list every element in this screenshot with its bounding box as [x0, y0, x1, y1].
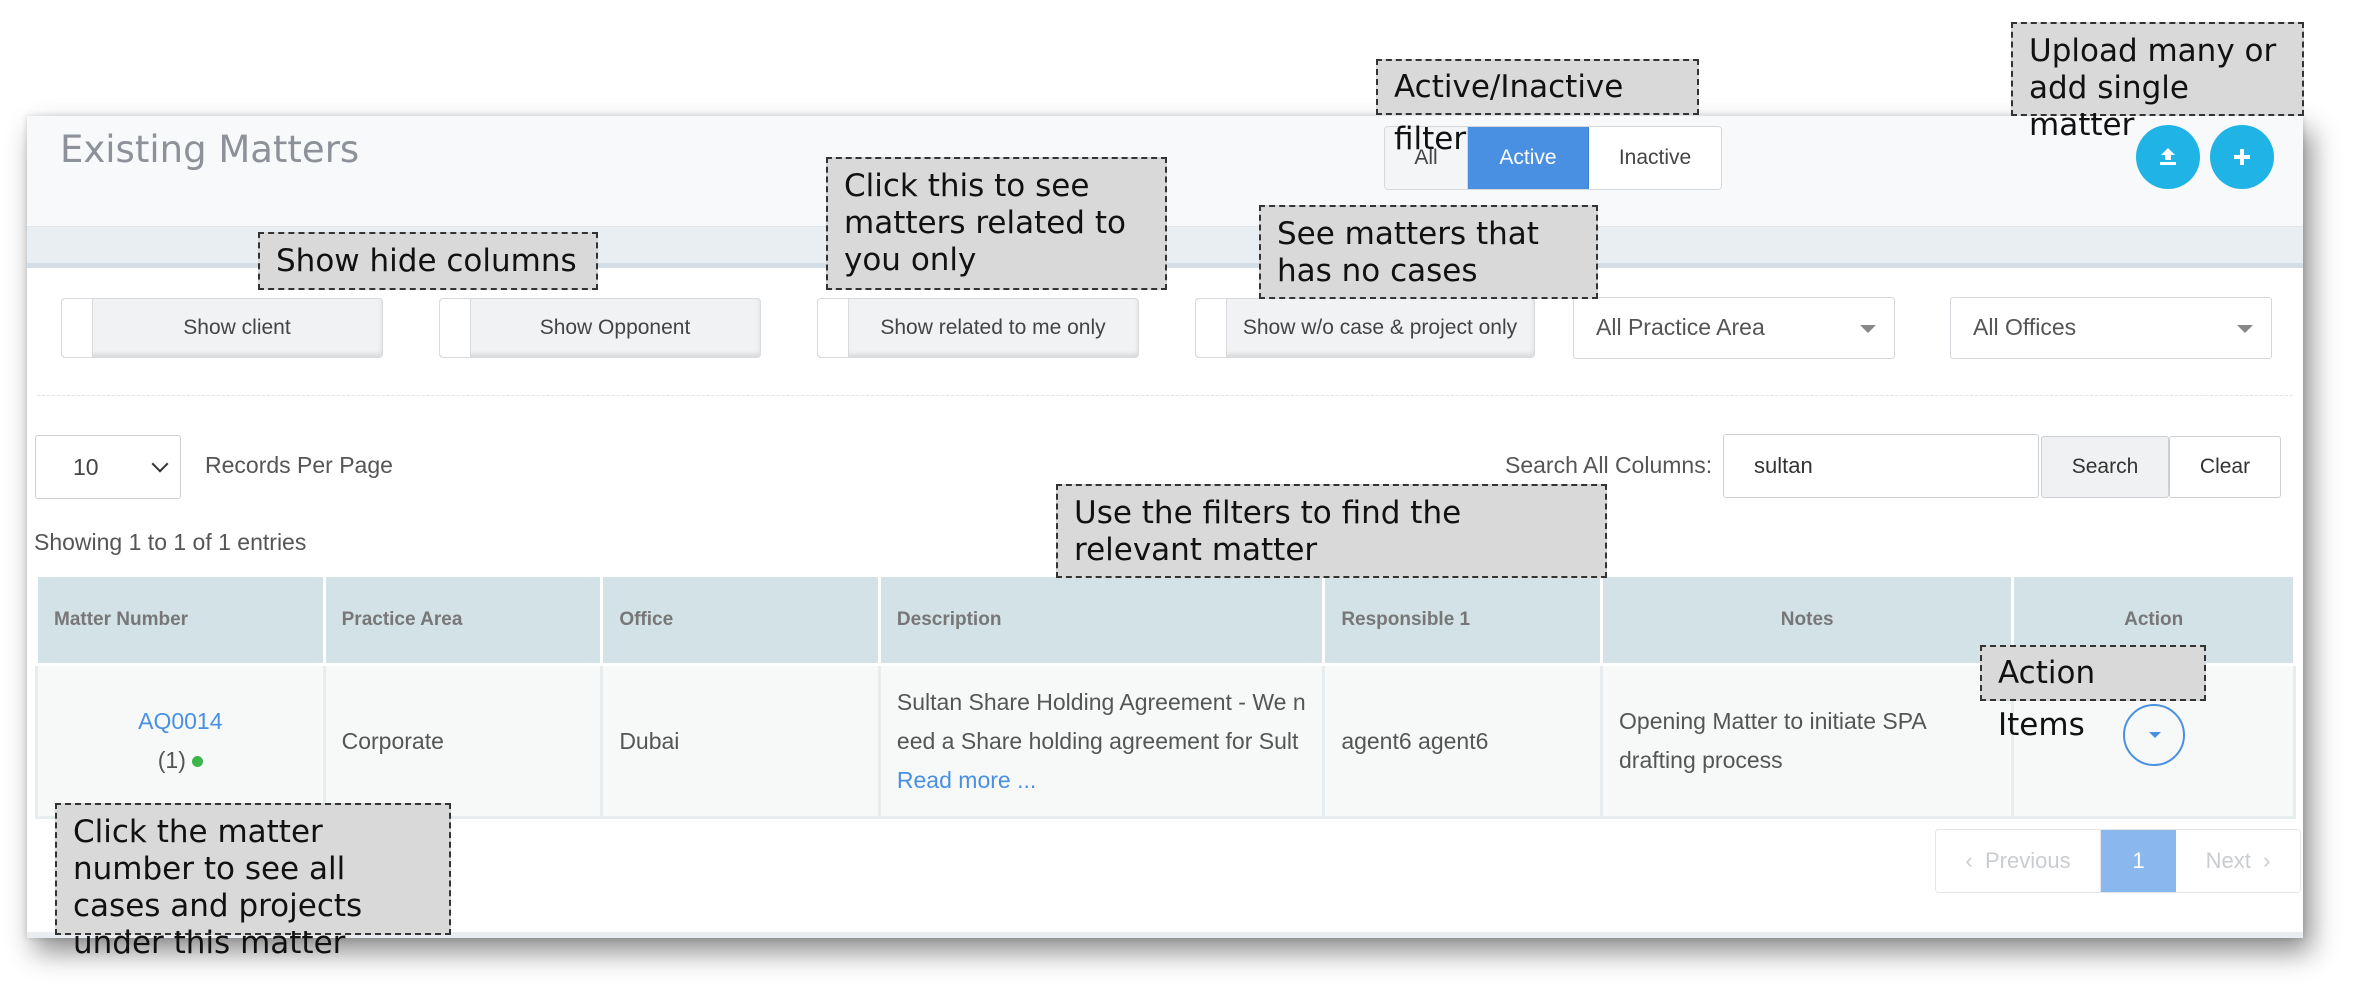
column-header[interactable]: Description: [877, 574, 1326, 666]
chevron-down-icon: [151, 455, 169, 473]
filter-inactive-button[interactable]: Inactive: [1589, 127, 1721, 189]
records-per-page-select[interactable]: 10: [35, 435, 181, 499]
search-label: Search All Columns:: [1505, 452, 1713, 478]
column-header[interactable]: Office: [600, 574, 881, 666]
matters-table: Matter Number Practice Area Office Descr…: [35, 574, 2296, 819]
show-opponent-toggle[interactable]: Show Opponent: [439, 298, 761, 358]
matter-number-cell: AQ0014 (1): [35, 663, 326, 819]
entries-info: Showing 1 to 1 of 1 entries: [34, 529, 307, 555]
column-header[interactable]: Notes: [1600, 574, 2015, 666]
upload-icon: [2160, 148, 2176, 165]
upload-button[interactable]: [2136, 125, 2200, 189]
column-header[interactable]: Practice Area: [322, 574, 604, 666]
status-dot: [191, 756, 203, 768]
caret-down-icon: [2237, 325, 2253, 333]
caret-down-icon: [2148, 732, 2161, 738]
caret-down-icon: [1860, 325, 1876, 333]
search-button[interactable]: Search: [2041, 436, 2169, 498]
page-title: Existing Matters: [60, 128, 360, 171]
show-without-case-toggle[interactable]: Show w/o case & project only: [1195, 298, 1535, 358]
practice-area-value: All Practice Area: [1596, 314, 1765, 340]
column-header[interactable]: Matter Number: [35, 574, 326, 666]
matter-count: (1): [157, 747, 186, 773]
notes-cell: Opening Matter to initiate SPA drafting …: [1600, 663, 2015, 819]
office-cell: Dubai: [600, 663, 881, 819]
clear-button[interactable]: Clear: [2169, 436, 2281, 498]
read-more-link[interactable]: Read more ...: [897, 767, 1036, 793]
practice-area-select[interactable]: All Practice Area: [1573, 297, 1895, 359]
action-dropdown-button[interactable]: [2122, 704, 2185, 766]
previous-page-button[interactable]: ‹ Previous: [1936, 830, 2101, 892]
column-header[interactable]: Responsible 1: [1322, 574, 1604, 666]
pagination: ‹ Previous 1 Next ›: [1935, 829, 2301, 893]
search-input[interactable]: sultan: [1723, 434, 2039, 498]
divider: [37, 395, 2293, 396]
next-page-button[interactable]: Next ›: [2176, 830, 2300, 892]
records-per-page-value: 10: [73, 454, 99, 480]
description-cell: Sultan Share Holding Agreement - We need…: [877, 663, 1326, 819]
callout-matter-number: Click the matter number to see all cases…: [55, 803, 451, 961]
matter-number-link[interactable]: AQ0014: [138, 708, 222, 734]
show-client-toggle[interactable]: Show client: [61, 298, 383, 358]
show-related-toggle[interactable]: Show related to me only: [817, 298, 1139, 358]
offices-select[interactable]: All Offices: [1950, 297, 2272, 359]
callout-no-cases: See matters that has no cases: [1259, 205, 1598, 299]
search-input-value: sultan: [1754, 453, 1813, 478]
callout-related: Click this to see matters related to you…: [826, 157, 1167, 290]
callout-use-filters: Use the filters to find the relevant mat…: [1056, 484, 1607, 578]
practice-area-cell: Corporate: [322, 663, 604, 819]
toggle-label: Show related to me only: [880, 316, 1106, 339]
description-text: Sultan Share Holding Agreement - We need…: [896, 688, 1306, 754]
offices-value: All Offices: [1973, 314, 2077, 340]
toggle-knob: [440, 299, 471, 357]
table-row: AQ0014 (1) Corporate Dubai Sultan Share …: [35, 663, 2296, 819]
toggle-knob: [818, 299, 849, 357]
current-page-button[interactable]: 1: [2101, 830, 2176, 892]
filter-active-button[interactable]: Active: [1468, 127, 1589, 189]
toggle-label: Show w/o case & project only: [1242, 316, 1518, 339]
toggle-label: Show client: [183, 316, 291, 339]
table-header-row: Matter Number Practice Area Office Descr…: [35, 574, 2296, 666]
toggle-label: Show Opponent: [539, 316, 691, 339]
callout-upload: Upload many or add single matter: [2011, 22, 2304, 143]
previous-label: Previous: [1984, 848, 2071, 873]
next-label: Next: [2205, 848, 2251, 873]
add-matter-button[interactable]: [2210, 125, 2274, 189]
toggle-knob: [62, 299, 93, 357]
plus-icon: [2234, 149, 2250, 165]
callout-show-hide: Show hide columns: [258, 232, 598, 290]
responsible-cell: agent6 agent6: [1322, 663, 1604, 819]
callout-active-filter: Active/Inactive filter: [1376, 59, 1699, 157]
records-per-page-label: Records Per Page: [205, 452, 393, 478]
toggle-knob: [1196, 299, 1227, 357]
callout-action-items: Action Items: [1980, 645, 2206, 743]
